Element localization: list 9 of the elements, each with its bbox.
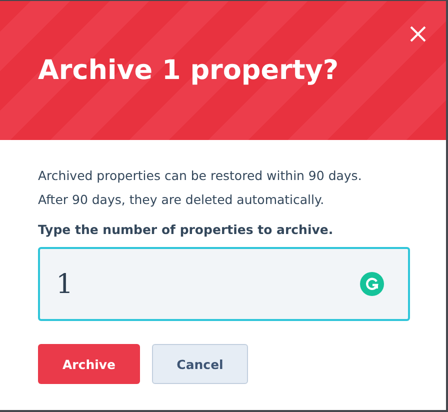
- grammar-assistant-icon[interactable]: [360, 272, 384, 296]
- cancel-button[interactable]: Cancel: [152, 344, 248, 384]
- close-icon[interactable]: [410, 26, 426, 42]
- field-label: Type the number of properties to archive.: [38, 221, 334, 239]
- dialog-title: Archive 1 property?: [38, 54, 339, 88]
- message-text: Archived properties can be restored within 90 days.: [38, 167, 362, 185]
- message-text: After 90 days, they are deleted automatically.: [38, 191, 324, 209]
- input-field[interactable]: 1: [38, 247, 410, 321]
- archive-button[interactable]: Archive: [38, 344, 140, 384]
